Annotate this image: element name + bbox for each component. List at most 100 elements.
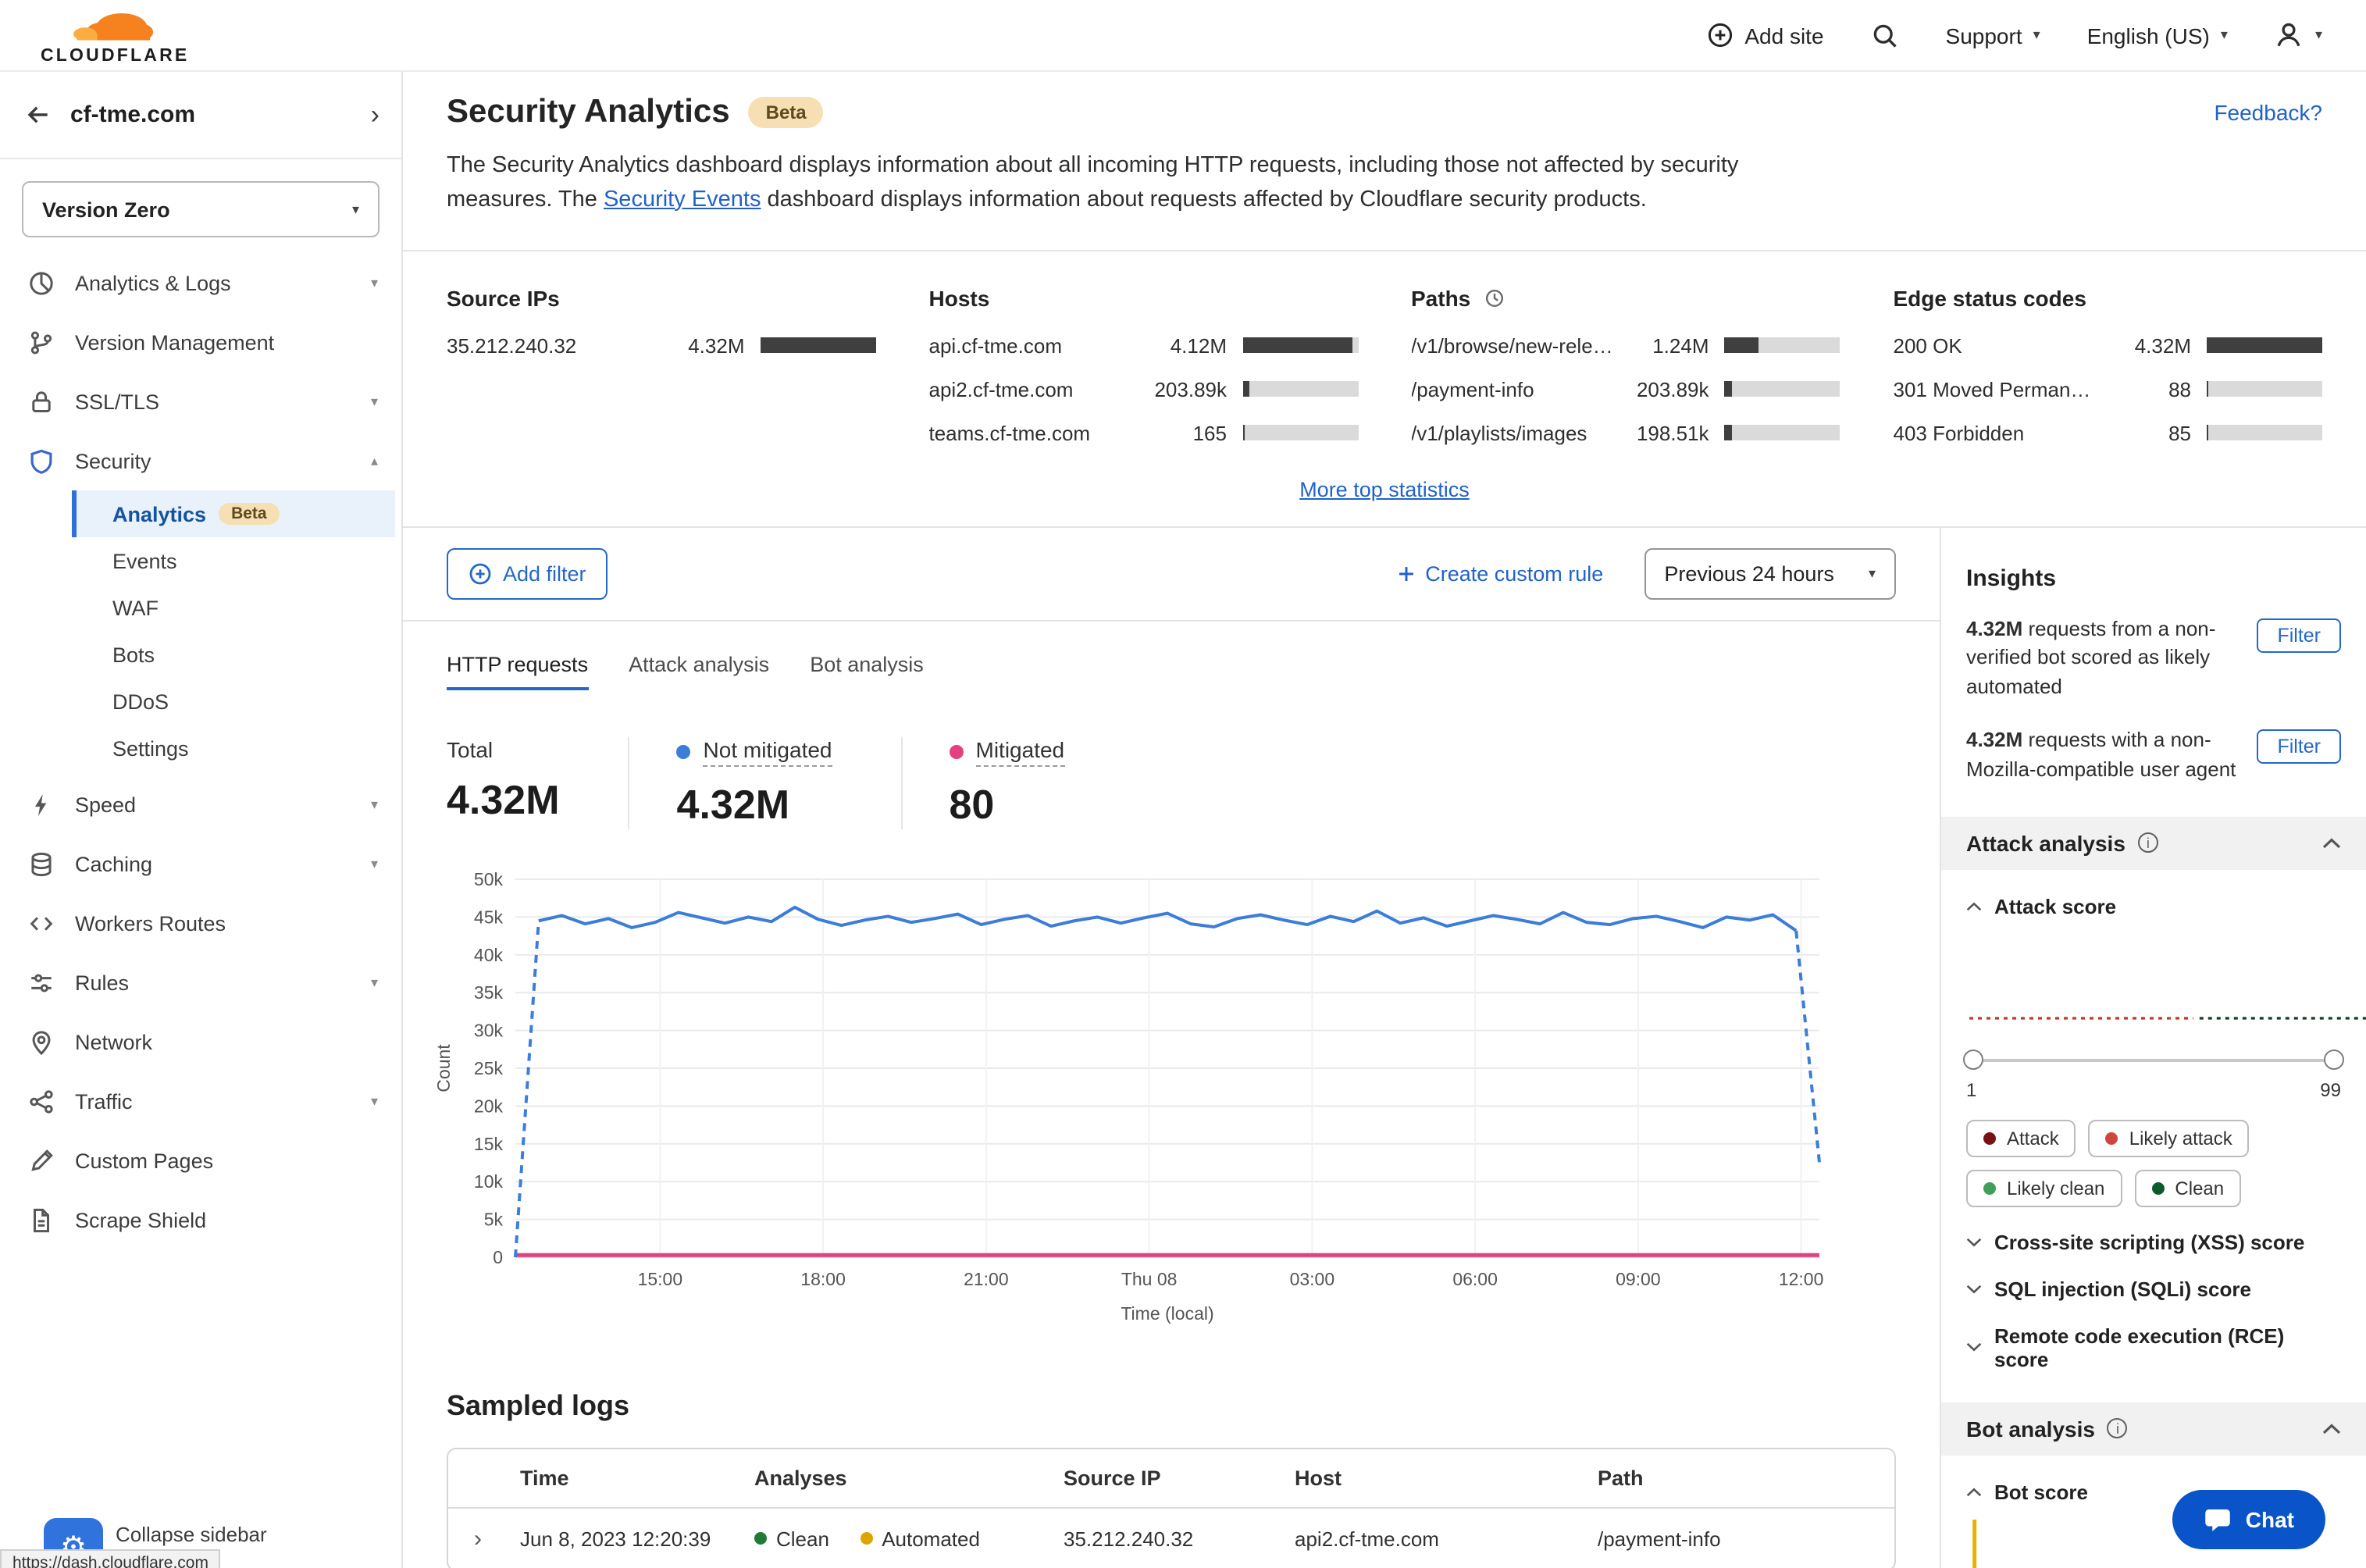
stat-row[interactable]: /v1/browse/new-releases 1.24M xyxy=(1411,333,1840,357)
security-events-link[interactable]: Security Events xyxy=(604,187,761,212)
collapse-sidebar-button[interactable]: Collapse sidebar xyxy=(116,1523,267,1546)
sidebar-item-security-bots[interactable]: Bots xyxy=(72,631,395,678)
support-menu[interactable]: Support ▾ xyxy=(1946,23,2040,48)
stat-row[interactable]: /payment-info 203.89k xyxy=(1411,377,1840,401)
sidebar-item-security-analytics[interactable]: Analytics Beta xyxy=(72,490,395,537)
sidebar-item-security-ddos[interactable]: DDoS xyxy=(72,678,395,725)
sidebar-item-version-management[interactable]: Version Management xyxy=(0,312,401,372)
stat-row[interactable]: teams.cf-tme.com 165 xyxy=(929,421,1358,444)
svg-text:20k: 20k xyxy=(474,1095,504,1115)
sidebar-item-caching[interactable]: Caching ▾ xyxy=(0,834,401,893)
stat-row[interactable]: api2.cf-tme.com 203.89k xyxy=(929,377,1358,401)
sidebar-item-speed[interactable]: Speed ▾ xyxy=(0,775,401,834)
mitigated-requests: Mitigated 80 xyxy=(900,736,1134,829)
main-content: Security Analytics Beta Feedback? The Se… xyxy=(403,72,2366,1568)
sidebar-item-ssl-tls[interactable]: SSL/TLS ▾ xyxy=(0,372,401,431)
chevron-down-icon: ▾ xyxy=(370,855,378,871)
add-site-button[interactable]: Add site xyxy=(1707,22,1824,48)
info-icon[interactable]: i xyxy=(2107,1418,2128,1439)
site-header[interactable]: cf-tme.com › xyxy=(0,72,401,159)
rce-score-toggle[interactable]: Remote code execution (RCE) score xyxy=(1966,1324,2341,1370)
security-subnav: Analytics Beta Events WAF Bots DDoS Sett… xyxy=(72,490,395,772)
time-range-select[interactable]: Previous 24 hours ▾ xyxy=(1644,547,1896,599)
insight-filter-button[interactable]: Filter xyxy=(2257,729,2341,764)
row-expand-chevron-icon[interactable]: › xyxy=(448,1508,508,1568)
lightning-icon xyxy=(28,791,55,818)
document-icon xyxy=(28,1206,55,1233)
tab-http-requests[interactable]: HTTP requests xyxy=(447,652,589,690)
sidebar-item-security-waf[interactable]: WAF xyxy=(72,584,395,631)
sidebar-item-scrape-shield[interactable]: Scrape Shield xyxy=(0,1190,401,1249)
sidebar-item-security-settings[interactable]: Settings xyxy=(72,725,395,772)
legend-chip-clean[interactable]: Clean xyxy=(2134,1169,2242,1207)
search-icon[interactable] xyxy=(1871,21,1899,49)
analysis-automated: Automated xyxy=(860,1527,980,1551)
version-select[interactable]: Version Zero ▾ xyxy=(22,181,379,237)
stat-bar xyxy=(760,337,876,353)
more-top-statistics-link[interactable]: More top statistics xyxy=(447,477,2322,501)
bot-analysis-header[interactable]: Bot analysis i xyxy=(1941,1402,2366,1456)
slider-handle-min[interactable] xyxy=(1963,1049,1983,1070)
top-statistics: Source IPs 35.212.240.32 4.32M Hosts api… xyxy=(403,251,2366,527)
chat-button[interactable]: Chat xyxy=(2172,1490,2325,1549)
attack-analysis-header[interactable]: Attack analysis i xyxy=(1941,816,2366,870)
tab-attack-analysis[interactable]: Attack analysis xyxy=(629,652,769,690)
legend-chip-likely-attack[interactable]: Likely attack xyxy=(2088,1119,2250,1157)
sidebar-item-analytics-logs[interactable]: Analytics & Logs ▾ xyxy=(0,253,401,312)
svg-text:18:00: 18:00 xyxy=(800,1268,846,1288)
stat-row[interactable]: 403 Forbidden 85 xyxy=(1894,421,2322,444)
plus-icon xyxy=(1395,563,1416,583)
stat-bar xyxy=(1242,425,1358,440)
history-clock-icon[interactable] xyxy=(1483,287,1505,308)
tab-bot-analysis[interactable]: Bot analysis xyxy=(810,652,924,690)
not-mitigated-dot xyxy=(676,744,691,758)
legend-chip-attack[interactable]: Attack xyxy=(1966,1119,2076,1157)
likely-clean-dot xyxy=(1983,1181,1996,1195)
lock-icon xyxy=(28,388,55,415)
table-row[interactable]: › Jun 8, 2023 12:20:39 Clean Automated 3… xyxy=(448,1506,1894,1568)
back-arrow-icon[interactable] xyxy=(25,102,52,128)
insight-filter-button[interactable]: Filter xyxy=(2257,618,2341,652)
stat-row[interactable]: 200 OK 4.32M xyxy=(1894,333,2322,357)
chevron-down-icon: ▾ xyxy=(370,393,378,408)
insight-item: 4.32M requests from a non-verified bot s… xyxy=(1966,615,2341,703)
chevron-down-icon: ▾ xyxy=(370,796,378,811)
stat-bar xyxy=(2207,425,2322,440)
sidebar-item-custom-pages[interactable]: Custom Pages xyxy=(0,1131,401,1190)
svg-text:35k: 35k xyxy=(474,982,504,1002)
stat-row[interactable]: 35.212.240.32 4.32M xyxy=(447,333,876,357)
link-url-preview: https://dash.cloudflare.com xyxy=(0,1549,221,1568)
legend-chip-likely-clean[interactable]: Likely clean xyxy=(1966,1169,2122,1207)
chevron-up-icon xyxy=(2322,1422,2341,1434)
stat-row[interactable]: api.cf-tme.com 4.12M xyxy=(929,333,1358,357)
xss-score-toggle[interactable]: Cross-site scripting (XSS) score xyxy=(1966,1230,2341,1253)
sidebar-item-workers-routes[interactable]: Workers Routes xyxy=(0,893,401,953)
stat-row[interactable]: 301 Moved Permanently 88 xyxy=(1894,377,2322,401)
sidebar-item-traffic[interactable]: Traffic ▾ xyxy=(0,1071,401,1131)
sqli-score-toggle[interactable]: SQL injection (SQLi) score xyxy=(1966,1277,2341,1300)
sidebar-item-rules[interactable]: Rules ▾ xyxy=(0,953,401,1012)
info-icon[interactable]: i xyxy=(2137,832,2158,853)
cloudflare-logo[interactable]: CLOUDFLARE xyxy=(41,5,189,66)
attack-score-toggle[interactable]: Attack score xyxy=(1966,894,2341,918)
not-mitigated-requests: Not mitigated 4.32M xyxy=(628,736,901,829)
sidebar-item-security-events[interactable]: Events xyxy=(72,537,395,584)
site-name: cf-tme.com xyxy=(70,102,196,128)
create-custom-rule-link[interactable]: Create custom rule xyxy=(1395,561,1603,585)
http-requests-chart[interactable]: 0 5k 10k 15k 20k 25k 30k 35k 40k 45k 50k 15:00 18:00… xyxy=(428,863,1908,1336)
sidebar-item-security[interactable]: Security ▴ xyxy=(0,431,401,490)
svg-text:Count: Count xyxy=(433,1043,454,1092)
sidebar: cf-tme.com › Version Zero ▾ Analytics & … xyxy=(0,72,403,1568)
sliders-icon xyxy=(28,969,55,996)
pencil-icon xyxy=(28,1147,55,1174)
sidebar-item-network[interactable]: Network xyxy=(0,1012,401,1071)
account-menu[interactable]: ▾ xyxy=(2275,20,2322,50)
slider-handle-max[interactable] xyxy=(2324,1049,2344,1070)
add-filter-button[interactable]: Add filter xyxy=(447,547,608,599)
stat-row[interactable]: /v1/playlists/images 198.51k xyxy=(1411,421,1840,444)
feedback-link[interactable]: Feedback? xyxy=(2214,100,2322,125)
cloudflare-wordmark: CLOUDFLARE xyxy=(41,47,190,66)
shield-icon xyxy=(28,447,55,474)
language-menu[interactable]: English (US) ▾ xyxy=(2087,23,2228,48)
attack-dot xyxy=(1983,1131,1996,1145)
